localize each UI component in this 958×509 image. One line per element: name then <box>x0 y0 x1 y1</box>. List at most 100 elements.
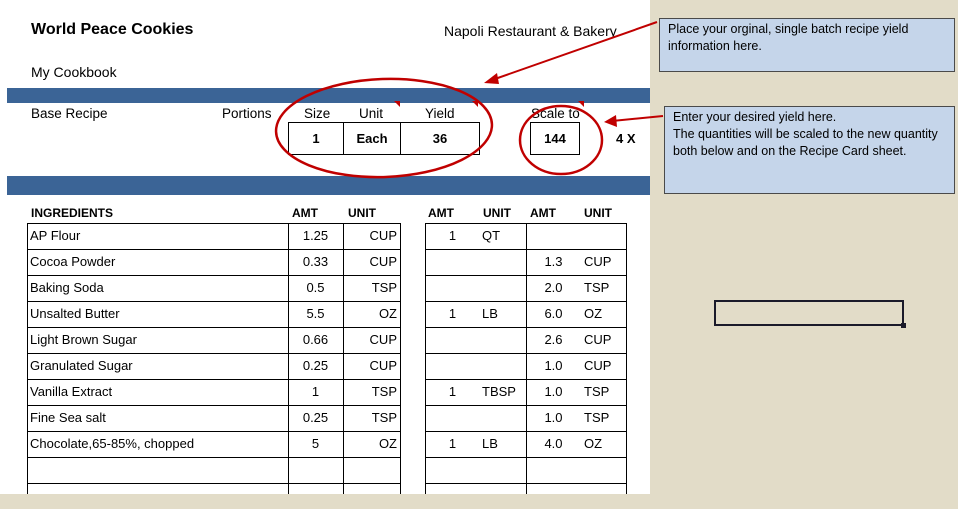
amt-cell[interactable]: 5 <box>288 431 343 457</box>
scale-instruction-note: Enter your desired yield here. The quant… <box>664 106 955 194</box>
conv-unit-cell: TBSP <box>482 384 516 399</box>
ingredient-name-cell[interactable]: Fine Sea salt <box>30 405 286 431</box>
ingredient-name-cell[interactable]: Baking Soda <box>30 275 286 301</box>
ingredient-name-cell[interactable]: Cocoa Powder <box>30 249 286 275</box>
unit-cell[interactable]: CUP <box>343 249 400 275</box>
conv-unit-cell <box>480 405 526 431</box>
amt-cell[interactable]: 0.5 <box>288 275 343 301</box>
scaled-amt-cell: 1.3 <box>544 254 563 269</box>
ingredient-name-cell[interactable]: AP Flour <box>30 223 286 249</box>
unit-cell[interactable]: TSP <box>343 379 400 405</box>
unit-cell[interactable]: CUP <box>343 327 400 353</box>
unit-cell[interactable]: CUP <box>343 353 400 379</box>
conv-amt-cell <box>425 483 480 509</box>
ingredient-name-cell[interactable]: Light Brown Sugar <box>30 327 286 353</box>
size-input[interactable]: 1 <box>288 122 344 155</box>
scaled-amt-cell: 6.0 <box>544 306 563 321</box>
unit-cell[interactable]: TSP <box>343 275 400 301</box>
ingredient-name-cell[interactable]: Unsalted Butter <box>30 301 286 327</box>
scaled-unit-cell: CUP <box>584 358 612 373</box>
scaled-unit-cell <box>581 457 626 483</box>
amt-cell[interactable]: 1 <box>288 379 343 405</box>
grid-line <box>400 223 401 494</box>
portions-label: Portions <box>222 106 272 121</box>
restaurant-name: Napoli Restaurant & Bakery <box>444 23 617 39</box>
conv-unit-cell <box>480 275 526 301</box>
header-band-top <box>7 88 650 103</box>
scaled-unit-cell: OZ <box>584 306 603 321</box>
conv-unit-cell <box>480 483 526 509</box>
yield-input[interactable]: 36 <box>400 122 480 155</box>
scaled-unit-cell <box>581 483 626 509</box>
conv-amt-cell <box>425 249 480 275</box>
scaled-amt-cell: 1.0 <box>544 384 563 399</box>
col-header-unit: UNIT <box>348 206 376 220</box>
amt-cell[interactable]: 0.66 <box>288 327 343 353</box>
amt-cell[interactable]: 5.5 <box>288 301 343 327</box>
scaled-unit-cell: OZ <box>584 436 603 451</box>
yield-label: Yield <box>425 106 455 121</box>
scaled-unit-cell: TSP <box>584 410 610 425</box>
cookbook-label: My Cookbook <box>31 64 117 80</box>
scaled-amt-cell: 1.0 <box>544 410 563 425</box>
scaled-amt-cell: 2.6 <box>544 332 563 347</box>
amt-cell[interactable]: 0.25 <box>288 405 343 431</box>
ingredient-name-cell[interactable] <box>30 483 286 509</box>
ingredient-name-cell[interactable]: Granulated Sugar <box>30 353 286 379</box>
scale-to-label: Scale to <box>531 106 580 121</box>
conv-amt-cell: 1 <box>448 306 457 321</box>
scale-to-input[interactable]: 144 <box>530 122 580 155</box>
conv-unit-cell: QT <box>482 228 501 243</box>
amt-cell[interactable]: 0.33 <box>288 249 343 275</box>
conv-amt-cell <box>425 353 480 379</box>
conv-unit-cell <box>480 249 526 275</box>
fill-handle[interactable] <box>901 323 906 328</box>
unit-cell[interactable] <box>343 483 400 509</box>
conv-amt-cell <box>425 457 480 483</box>
comment-indicator <box>578 101 584 107</box>
conv-unit-cell <box>480 457 526 483</box>
col-header-amt: AMT <box>292 206 318 220</box>
scaled-unit-cell <box>581 223 626 249</box>
unit-label: Unit <box>359 106 384 121</box>
amt-cell[interactable] <box>288 483 343 509</box>
unit-input[interactable]: Each <box>343 122 401 155</box>
ingredient-name-cell[interactable] <box>30 457 286 483</box>
base-recipe-label: Base Recipe <box>31 106 108 121</box>
col-header-scaled-amt: AMT <box>530 206 556 220</box>
scaled-unit-cell: TSP <box>584 280 610 295</box>
unit-cell[interactable] <box>343 457 400 483</box>
col-header-ingredients: INGREDIENTS <box>31 206 114 220</box>
unit-cell[interactable]: CUP <box>343 223 400 249</box>
conv-unit-cell <box>480 353 526 379</box>
amt-cell[interactable]: 0.25 <box>288 353 343 379</box>
scaled-amt-cell: 1.0 <box>544 358 563 373</box>
conv-unit-cell: LB <box>482 306 498 321</box>
amt-cell[interactable]: 1.25 <box>288 223 343 249</box>
col-header-scaled-unit: UNIT <box>584 206 612 220</box>
scaled-amt-cell <box>526 483 581 509</box>
col-header-conv-amt: AMT <box>428 206 454 220</box>
conv-unit-cell: LB <box>482 436 498 451</box>
unit-cell[interactable]: OZ <box>343 431 400 457</box>
conv-amt-cell: 1 <box>448 384 457 399</box>
ingredient-name-cell[interactable]: Chocolate,65-85%, chopped <box>30 431 286 457</box>
conv-unit-cell <box>480 327 526 353</box>
ingredient-name-cell[interactable]: Vanilla Extract <box>30 379 286 405</box>
scaled-unit-cell: CUP <box>584 254 612 269</box>
scaled-amt-cell: 2.0 <box>544 280 563 295</box>
unit-cell[interactable]: OZ <box>343 301 400 327</box>
yield-instruction-note: Place your orginal, single batch recipe … <box>659 18 955 72</box>
amt-cell[interactable] <box>288 457 343 483</box>
conv-amt-cell <box>425 405 480 431</box>
scaled-amt-cell <box>526 223 581 249</box>
header-band-bottom <box>7 176 650 195</box>
scale-multiplier: 4 X <box>616 131 636 146</box>
scaled-amt-cell: 4.0 <box>544 436 563 451</box>
comment-indicator <box>394 101 400 107</box>
col-header-conv-unit: UNIT <box>483 206 511 220</box>
conv-amt-cell: 1 <box>448 228 457 243</box>
conv-amt-cell <box>425 275 480 301</box>
selected-cell[interactable] <box>714 300 904 326</box>
unit-cell[interactable]: TSP <box>343 405 400 431</box>
